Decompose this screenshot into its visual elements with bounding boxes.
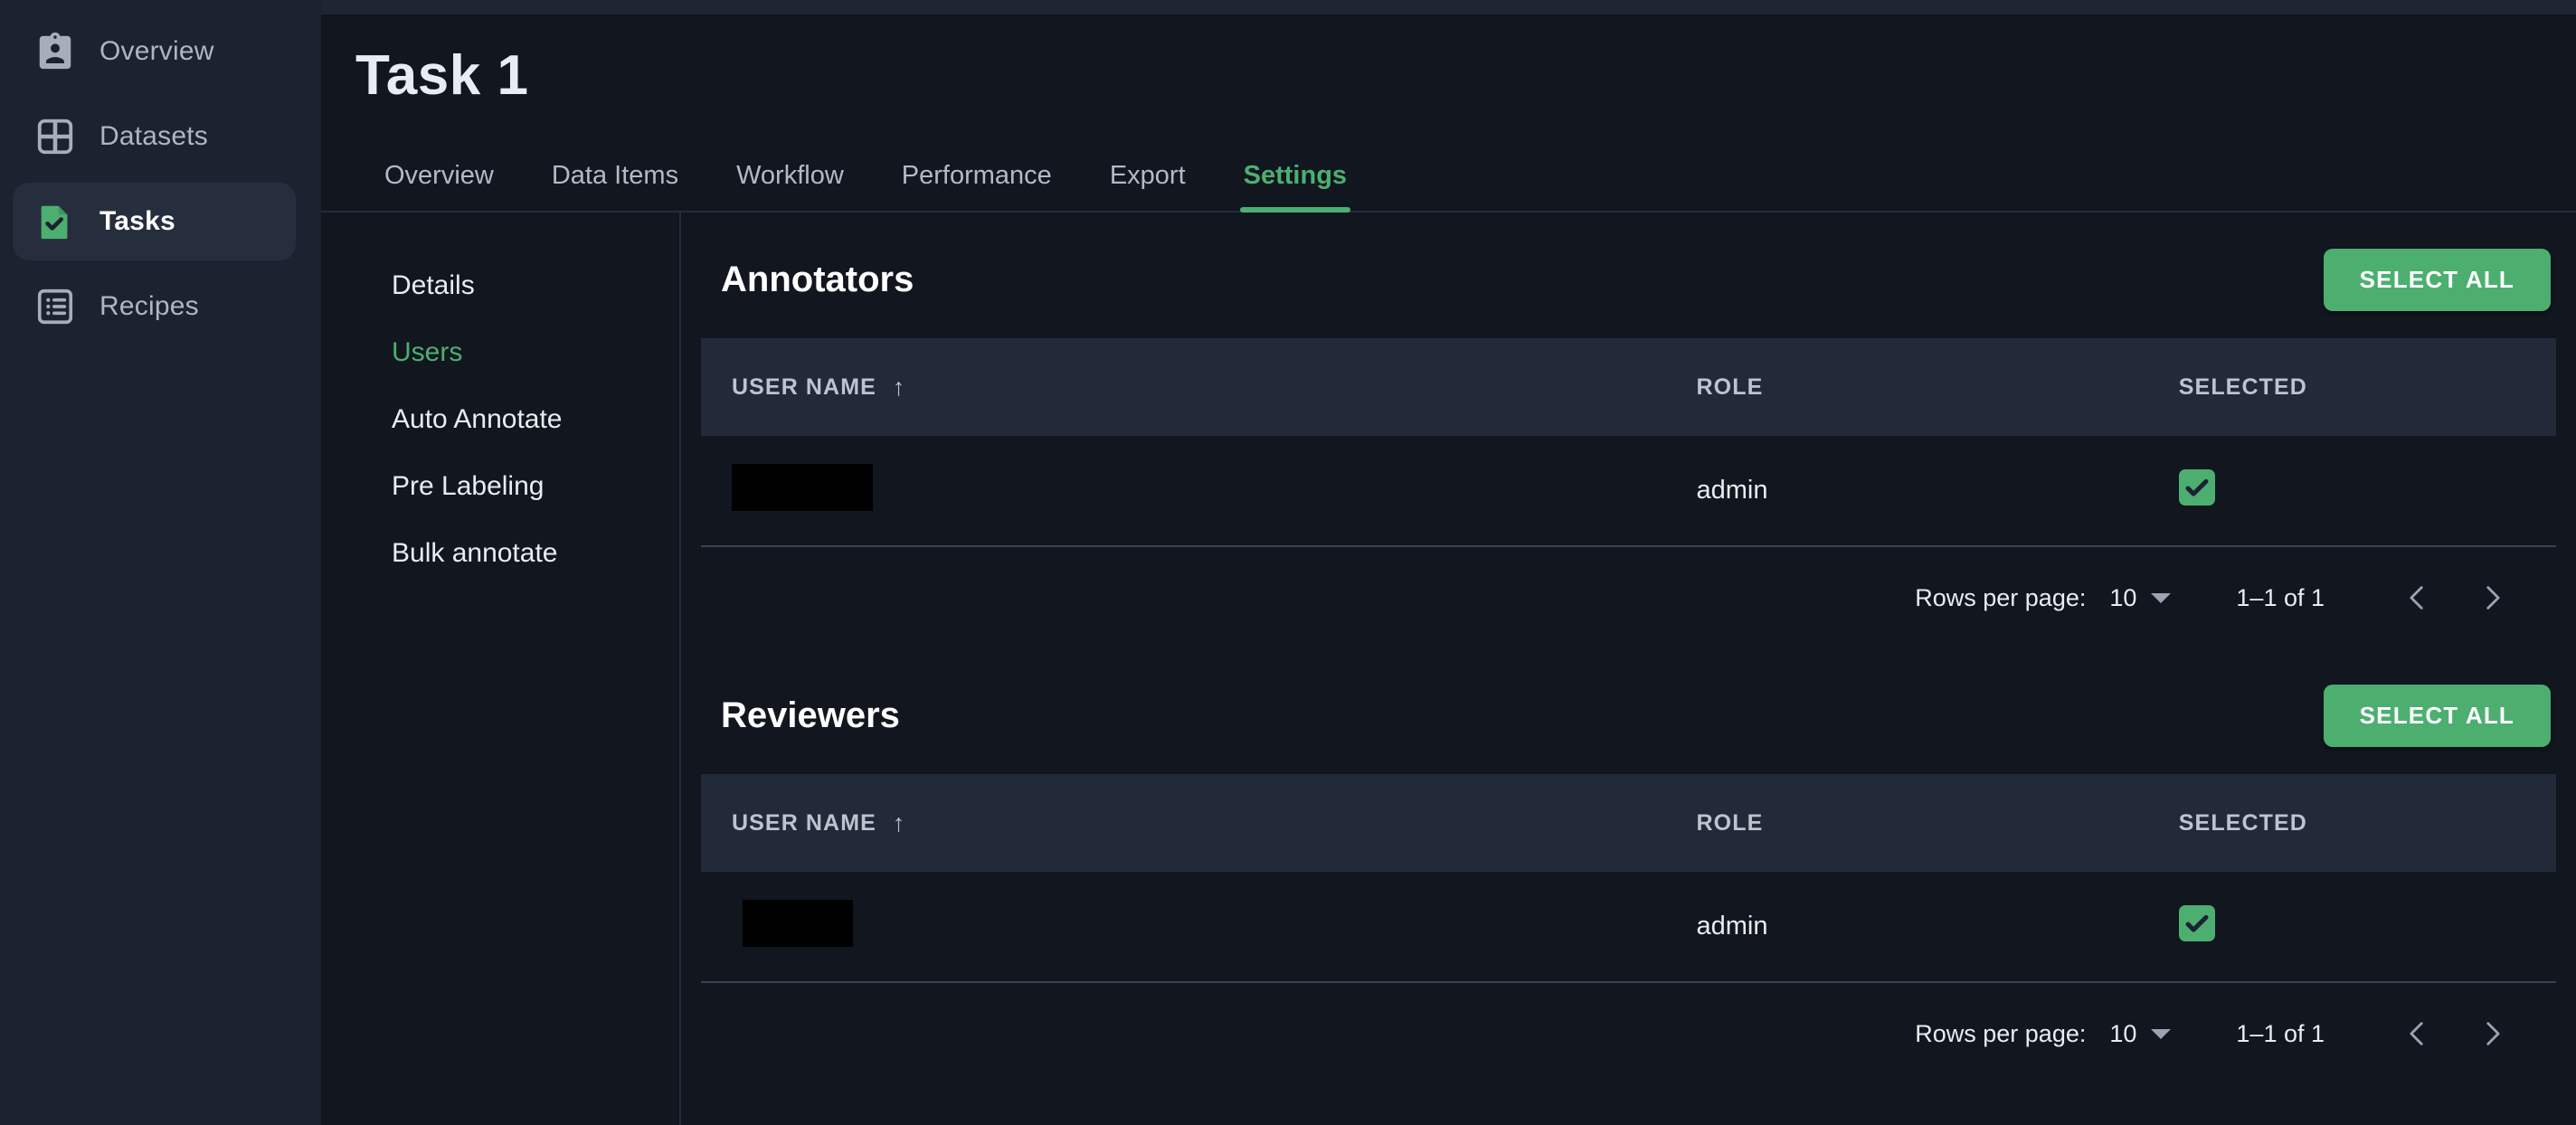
annotators-col-selected[interactable]: SELECTED	[2148, 338, 2556, 436]
settings-subnav: Details Users Auto Annotate Pre Labeling…	[321, 213, 681, 1125]
selected-checkbox[interactable]	[2178, 468, 2215, 506]
subnav-item-bulk-annotate[interactable]: Bulk annotate	[321, 520, 679, 587]
tab-settings[interactable]: Settings	[1215, 161, 1376, 213]
chevron-down-icon	[2151, 1028, 2172, 1039]
table-row[interactable]: admin	[701, 436, 2556, 547]
tab-bar: Overview Data Items Workflow Performance…	[321, 135, 2576, 213]
sidebar-item-overview[interactable]: Overview	[13, 13, 296, 90]
annotators-title: Annotators	[721, 260, 914, 299]
reviewers-cell-user-name	[701, 872, 1666, 983]
reviewers-col-user-name[interactable]: USER NAME ↑	[701, 774, 1666, 872]
reviewers-table-header-row: USER NAME ↑ ROLE SELECTED	[701, 774, 2556, 872]
chevron-down-icon	[2151, 592, 2172, 603]
selected-checkbox[interactable]	[2178, 904, 2215, 941]
tab-export[interactable]: Export	[1081, 161, 1215, 211]
document-check-icon	[34, 201, 76, 242]
tab-overview[interactable]: Overview	[355, 161, 523, 211]
app-root: Overview Datasets Tasks Recipes Task 1 O…	[0, 0, 2576, 1125]
reviewers-cell-selected	[2147, 872, 2556, 983]
settings-body: Details Users Auto Annotate Pre Labeling…	[321, 213, 2576, 1125]
annotators-table: USER NAME ↑ ROLE SELECTED admin	[701, 338, 2556, 547]
sort-ascending-arrow-icon: ↑	[892, 808, 906, 837]
badge-icon	[34, 31, 76, 72]
reviewers-pagination: Rows per page: 10 1–1 of 1	[701, 983, 2556, 1084]
primary-sidebar: Overview Datasets Tasks Recipes	[0, 0, 321, 1125]
reviewers-table: USER NAME ↑ ROLE SELECTED admin	[701, 774, 2556, 983]
next-page-button[interactable]	[2455, 997, 2529, 1071]
annotators-select-all-button[interactable]: SELECT ALL	[2323, 249, 2551, 311]
annotators-col-role[interactable]: ROLE	[1666, 338, 2148, 436]
annotators-section-header: Annotators SELECT ALL	[701, 213, 2556, 338]
subnav-item-users[interactable]: Users	[321, 319, 679, 386]
rows-per-page-select[interactable]: 10	[2109, 1019, 2172, 1048]
reviewers-col-selected[interactable]: SELECTED	[2148, 774, 2556, 872]
rows-per-page-label: Rows per page:	[1915, 1019, 2087, 1047]
annotators-cell-selected	[2147, 436, 2556, 547]
tab-workflow[interactable]: Workflow	[707, 161, 873, 211]
sidebar-item-label: Tasks	[99, 206, 175, 236]
rows-per-page-value: 10	[2109, 1019, 2137, 1047]
sidebar-item-label: Datasets	[99, 121, 208, 151]
main-panel: Task 1 Overview Data Items Workflow Perf…	[321, 0, 2576, 1125]
sidebar-item-tasks[interactable]: Tasks	[13, 183, 296, 260]
reviewers-title: Reviewers	[721, 695, 900, 735]
annotators-cell-user-name	[701, 436, 1666, 547]
reviewers-select-all-button[interactable]: SELECT ALL	[2323, 685, 2551, 747]
sidebar-item-datasets[interactable]: Datasets	[13, 98, 296, 175]
tab-performance[interactable]: Performance	[873, 161, 1081, 211]
sidebar-item-label: Overview	[99, 36, 214, 66]
reviewers-cell-role: admin	[1665, 872, 2148, 983]
reviewers-col-role[interactable]: ROLE	[1666, 774, 2148, 872]
redacted-user-name	[732, 463, 873, 511]
rows-per-page-label: Rows per page:	[1915, 583, 2087, 611]
annotators-col-user-name-label: USER NAME	[732, 373, 876, 400]
sidebar-item-recipes[interactable]: Recipes	[13, 268, 296, 345]
top-strip	[321, 0, 2576, 14]
page-title: Task 1	[355, 44, 529, 107]
pagination-range: 1–1 of 1	[2236, 583, 2325, 611]
tab-data-items[interactable]: Data Items	[523, 161, 707, 211]
users-settings-content: Annotators SELECT ALL USER NAME ↑ ROLE S…	[681, 213, 2576, 1125]
table-row[interactable]: admin	[701, 872, 2556, 983]
sidebar-item-label: Recipes	[99, 291, 199, 321]
redacted-user-name	[743, 899, 853, 947]
previous-page-button[interactable]	[2381, 997, 2455, 1071]
grid-icon	[34, 116, 76, 157]
list-icon	[34, 286, 76, 327]
pagination-range: 1–1 of 1	[2236, 1019, 2325, 1047]
rows-per-page-value: 10	[2109, 583, 2137, 611]
subnav-item-auto-annotate[interactable]: Auto Annotate	[321, 386, 679, 453]
previous-page-button[interactable]	[2381, 561, 2455, 635]
subnav-item-details[interactable]: Details	[321, 252, 679, 319]
next-page-button[interactable]	[2455, 561, 2529, 635]
sort-ascending-arrow-icon: ↑	[892, 373, 906, 401]
annotators-table-header-row: USER NAME ↑ ROLE SELECTED	[701, 338, 2556, 436]
rows-per-page-select[interactable]: 10	[2109, 583, 2172, 612]
annotators-pagination: Rows per page: 10 1–1 of 1	[701, 547, 2556, 648]
annotators-col-user-name[interactable]: USER NAME ↑	[701, 338, 1666, 436]
reviewers-section-header: Reviewers SELECT ALL	[701, 648, 2556, 774]
annotators-cell-role: admin	[1665, 436, 2148, 547]
subnav-item-pre-labeling[interactable]: Pre Labeling	[321, 453, 679, 520]
reviewers-col-user-name-label: USER NAME	[732, 809, 876, 836]
